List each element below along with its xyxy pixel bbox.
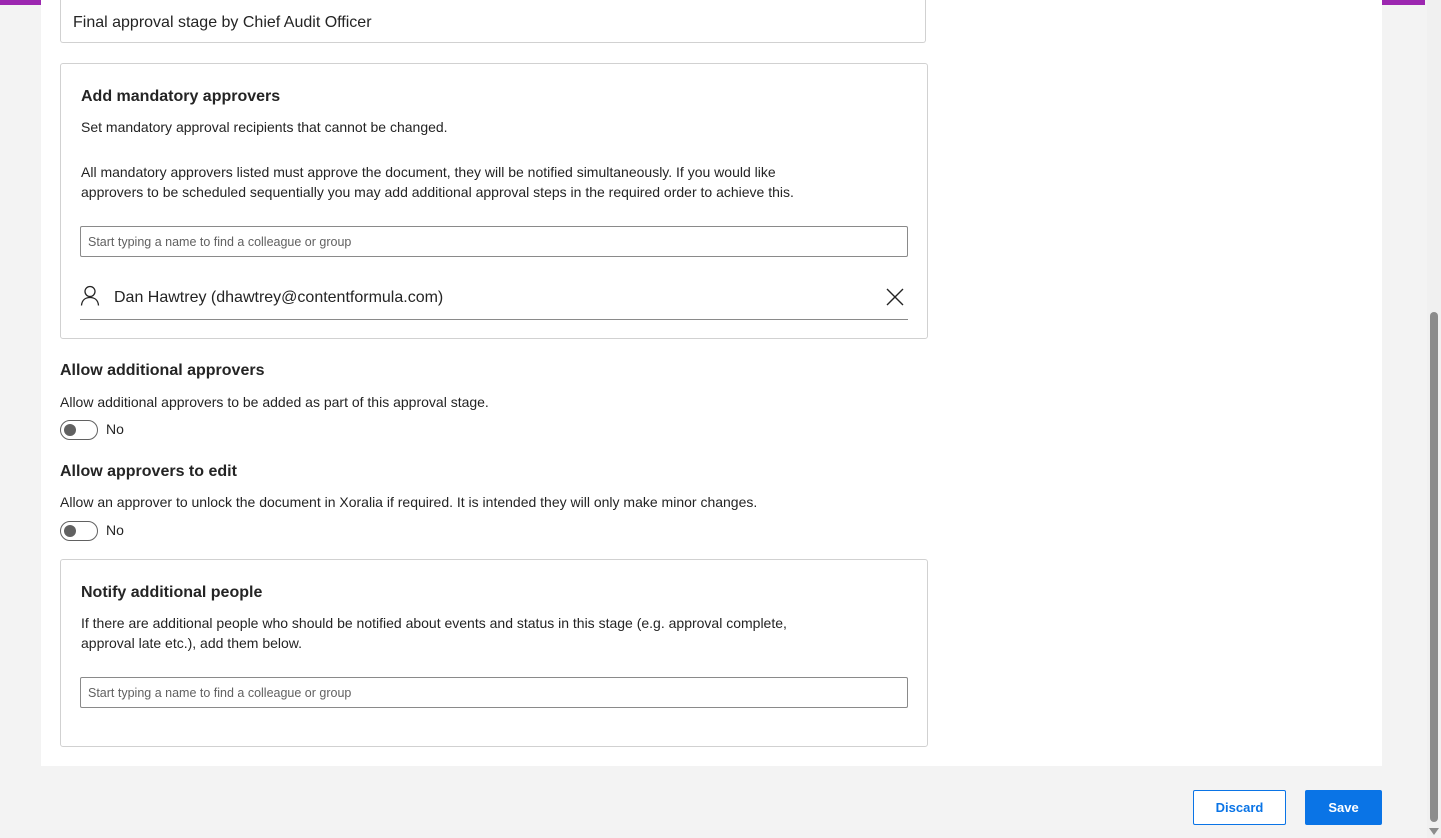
discard-button[interactable]: Discard — [1193, 790, 1286, 825]
close-icon[interactable] — [884, 286, 906, 308]
mandatory-approvers-title: Add mandatory approvers — [81, 88, 281, 105]
approvers-edit-title: Allow approvers to edit — [60, 463, 237, 480]
stage-name-field[interactable]: Final approval stage by Chief Audit Offi… — [60, 0, 926, 43]
additional-approvers-description: Allow additional approvers to be added a… — [60, 394, 489, 410]
save-button[interactable]: Save — [1305, 790, 1382, 825]
notify-people-description-line2: approval late etc.), add them below. — [81, 635, 303, 651]
scroll-down-arrow-icon[interactable] — [1429, 828, 1439, 836]
approvers-edit-toggle[interactable] — [60, 521, 98, 541]
notify-people-title: Notify additional people — [81, 584, 263, 601]
approvers-edit-toggle-label: No — [106, 522, 124, 538]
toggle-knob — [64, 525, 76, 537]
notify-people-search-input[interactable] — [80, 677, 908, 708]
additional-approvers-toggle[interactable] — [60, 420, 98, 440]
mandatory-approvers-description-line2: approvers to be scheduled sequentially y… — [81, 184, 794, 200]
approver-name: Dan Hawtrey (dhawtrey@contentformula.com… — [114, 289, 444, 306]
mandatory-approvers-subtitle: Set mandatory approval recipients that c… — [81, 119, 448, 135]
notify-people-description-line1: If there are additional people who shoul… — [81, 615, 787, 631]
additional-approvers-toggle-label: No — [106, 421, 124, 437]
mandatory-approvers-description-line1: All mandatory approvers listed must appr… — [81, 164, 776, 180]
notify-people-card: Notify additional people If there are ad… — [60, 559, 928, 747]
person-icon — [80, 285, 100, 306]
mandatory-approvers-card: Add mandatory approvers Set mandatory ap… — [60, 63, 928, 339]
mandatory-approvers-search-input[interactable] — [80, 226, 908, 257]
scrollbar-thumb[interactable] — [1430, 312, 1438, 822]
toggle-knob — [64, 424, 76, 436]
approvers-edit-description: Allow an approver to unlock the document… — [60, 494, 758, 510]
approver-list-item: Dan Hawtrey (dhawtrey@contentformula.com… — [80, 285, 908, 320]
additional-approvers-title: Allow additional approvers — [60, 362, 265, 379]
